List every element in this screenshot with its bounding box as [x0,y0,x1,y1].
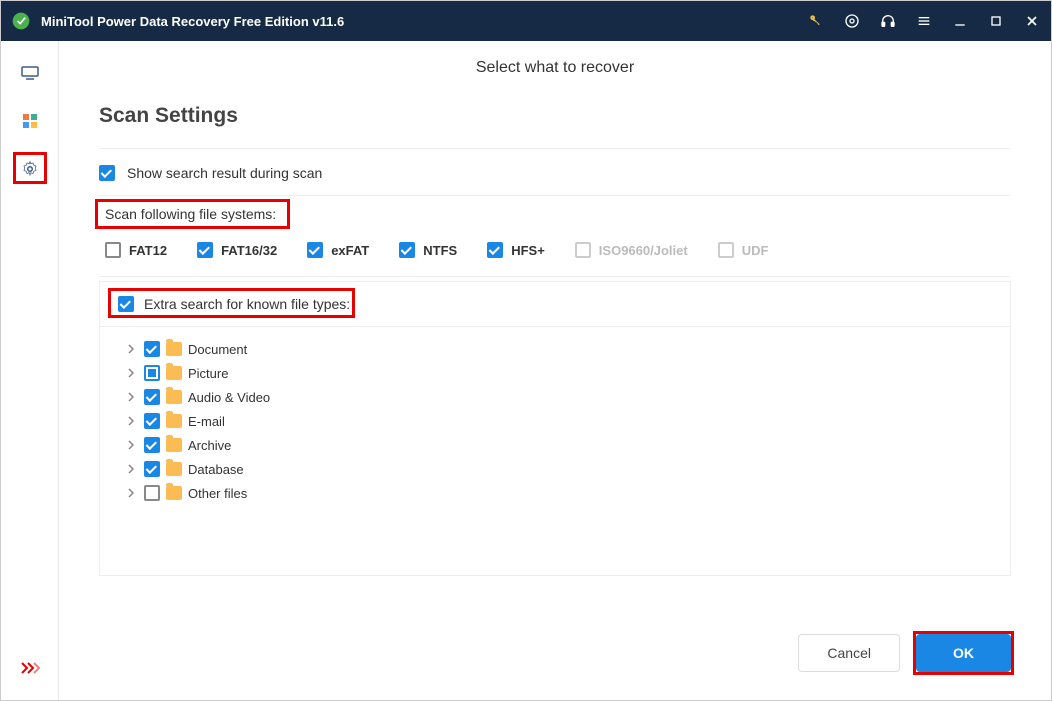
checkbox-icon [197,242,213,258]
tree-label: Picture [188,366,228,381]
maximize-icon[interactable] [987,12,1005,30]
sidebar-expand-icon[interactable] [18,656,42,680]
tree-label: Document [188,342,247,357]
folder-icon [166,414,182,428]
titlebar: MiniTool Power Data Recovery Free Editio… [1,1,1051,41]
folder-icon [166,438,182,452]
tree-row-email[interactable]: E-mail [124,409,1010,433]
fs-item-fat1632[interactable]: FAT16/32 [197,242,277,258]
file-types-container: Extra search for known file types: Docum… [99,281,1011,576]
checkbox-icon[interactable] [144,389,160,405]
disc-icon[interactable] [843,12,861,30]
sidebar [1,41,59,700]
folder-icon [166,390,182,404]
tree-label: E-mail [188,414,225,429]
fs-label: NTFS [423,243,457,258]
fs-label: FAT16/32 [221,243,277,258]
checkbox-icon [307,242,323,258]
chevron-right-icon[interactable] [124,390,138,404]
tree-label: Database [188,462,244,477]
fs-label: ISO9660/Joliet [599,243,688,258]
tree-row-archive[interactable]: Archive [124,433,1010,457]
checkbox-icon[interactable] [144,341,160,357]
checkbox-icon [575,242,591,258]
tree-row-audio-video[interactable]: Audio & Video [124,385,1010,409]
sidebar-item-settings[interactable] [18,157,42,181]
checkbox-icon[interactable] [144,437,160,453]
checkbox-icon [105,242,121,258]
fs-label: UDF [742,243,769,258]
ft-header-label: Extra search for known file types: [144,296,350,312]
checkbox-icon[interactable] [144,461,160,477]
settings-title: Scan Settings [99,90,1011,149]
folder-icon [166,342,182,356]
fs-label: FAT12 [129,243,167,258]
chevron-right-icon[interactable] [124,366,138,380]
headphones-icon[interactable] [879,12,897,30]
fs-section-label: Scan following file systems: [99,196,282,224]
chevron-right-icon[interactable] [124,486,138,500]
cancel-button[interactable]: Cancel [798,634,900,672]
tree-label: Other files [188,486,247,501]
app-logo-icon [11,11,31,31]
tree-row-picture[interactable]: Picture [124,361,1010,385]
label-show-during-scan: Show search result during scan [127,165,322,181]
sidebar-item-apps[interactable] [18,109,42,133]
tree-label: Archive [188,438,231,453]
folder-icon [166,462,182,476]
app-title: MiniTool Power Data Recovery Free Editio… [41,14,807,29]
chevron-right-icon[interactable] [124,342,138,356]
folder-icon [166,486,182,500]
chevron-right-icon[interactable] [124,438,138,452]
tree-row-other-files[interactable]: Other files [124,481,1010,505]
checkbox-icon[interactable] [144,485,160,501]
checkbox-extra-search[interactable] [118,296,134,312]
fs-label: HFS+ [511,243,545,258]
fs-label: exFAT [331,243,369,258]
checkbox-icon [718,242,734,258]
ok-button[interactable]: OK [916,634,1011,672]
ok-button-label: OK [953,645,974,661]
folder-icon [166,366,182,380]
checkbox-icon[interactable] [144,413,160,429]
menu-icon[interactable] [915,12,933,30]
tree-row-document[interactable]: Document [124,337,1010,361]
checkbox-show-during-scan[interactable] [99,165,115,181]
chevron-right-icon[interactable] [124,462,138,476]
checkbox-icon [399,242,415,258]
fs-item-udf: UDF [718,242,769,258]
key-icon[interactable] [807,12,825,30]
file-type-tree: Document Picture Audio & Video [100,327,1010,575]
checkbox-icon [487,242,503,258]
fs-item-iso9660: ISO9660/Joliet [575,242,688,258]
chevron-right-icon[interactable] [124,414,138,428]
checkbox-icon[interactable] [144,365,160,381]
fs-item-hfsplus[interactable]: HFS+ [487,242,545,258]
close-icon[interactable] [1023,12,1041,30]
fs-item-ntfs[interactable]: NTFS [399,242,457,258]
fs-checkbox-row: FAT12 FAT16/32 exFAT NTFS HFS+ [99,224,1011,277]
tree-label: Audio & Video [188,390,270,405]
fs-item-exfat[interactable]: exFAT [307,242,369,258]
page-header: Select what to recover [59,41,1051,90]
fs-item-fat12[interactable]: FAT12 [105,242,167,258]
minimize-icon[interactable] [951,12,969,30]
sidebar-item-devices[interactable] [18,61,42,85]
tree-row-database[interactable]: Database [124,457,1010,481]
